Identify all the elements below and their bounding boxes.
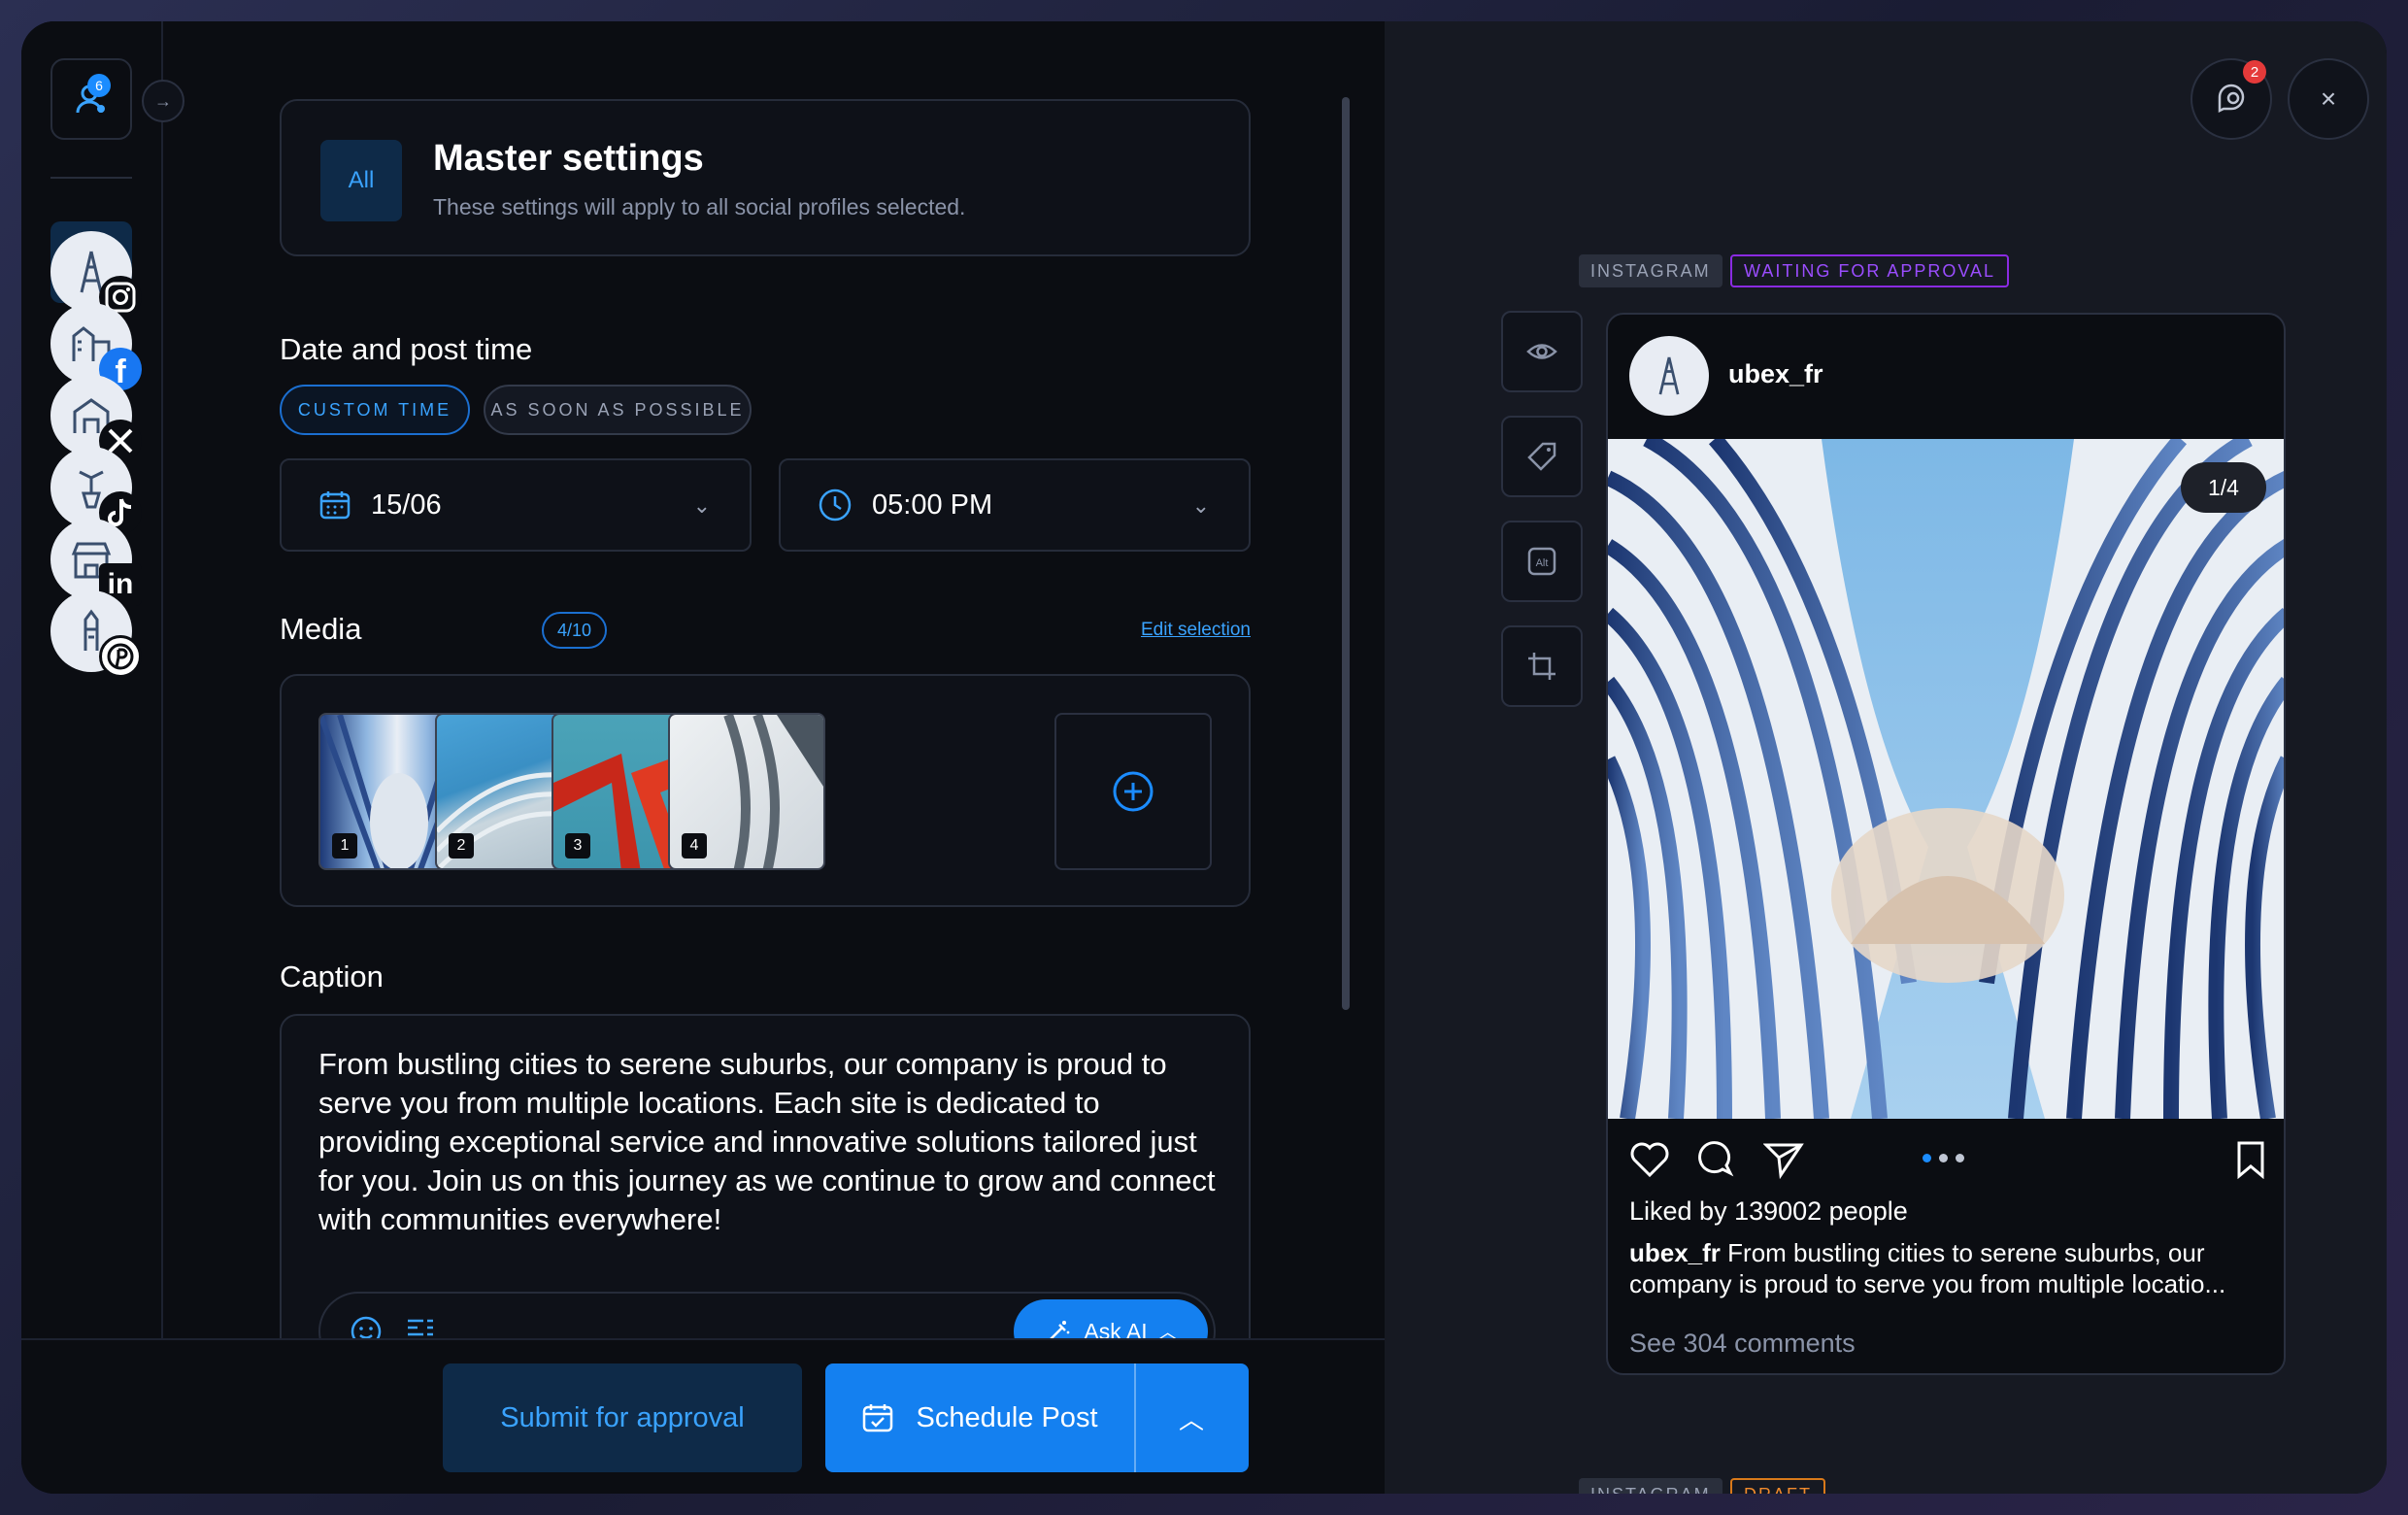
post-editor: All Master settings These settings will …: [163, 21, 1385, 1338]
workspace-button[interactable]: 6: [50, 58, 132, 140]
status-chip: DRAFT: [1730, 1478, 1825, 1494]
comments-button[interactable]: 2: [2191, 58, 2272, 140]
media-thumb-number: 2: [449, 833, 474, 858]
custom-time-option[interactable]: CUSTOM TIME: [280, 385, 470, 435]
chevron-up-icon: ︿: [1158, 1323, 1177, 1338]
time-value: 05:00 PM: [872, 488, 993, 521]
add-media-button[interactable]: [1054, 713, 1212, 870]
post-caption: ubex_fr From bustling cities to serene s…: [1629, 1237, 2266, 1299]
master-tag: All: [320, 140, 402, 221]
schedule-post-button[interactable]: Schedule Post: [825, 1364, 1136, 1472]
close-icon: ×: [2320, 84, 2337, 114]
master-subtitle: These settings will apply to all social …: [433, 194, 966, 219]
heart-icon[interactable]: [1629, 1140, 1670, 1179]
text-format-icon[interactable]: [404, 1315, 437, 1338]
rail-divider: [50, 177, 132, 179]
svg-text:Alt: Alt: [1536, 557, 1549, 569]
submit-for-approval-button[interactable]: Submit for approval: [443, 1364, 802, 1472]
editor-scrollbar[interactable]: [1342, 97, 1350, 1010]
avatar: [1629, 336, 1709, 416]
media-thumb-number: 4: [682, 833, 707, 858]
preview-panel: 2 × INSTAGRAM WAITING FOR APPROVAL Alt u…: [1385, 21, 2387, 1494]
chevron-up-icon: ︿: [1178, 1404, 1204, 1434]
caption-line-2: company is proud to serve you from multi…: [1629, 1269, 2226, 1298]
calendar-icon: [319, 491, 351, 520]
media-count-badge: 4/10: [542, 612, 608, 649]
preview-button[interactable]: [1501, 311, 1583, 392]
send-icon[interactable]: [1763, 1140, 1804, 1179]
crop-icon: [1528, 653, 1555, 680]
caption-section-title: Caption: [280, 960, 384, 993]
caption-editor[interactable]: From bustling cities to serene suburbs, …: [280, 1014, 1251, 1338]
tag-icon: [1527, 442, 1556, 471]
date-value: 15/06: [371, 488, 442, 521]
alt-text-button[interactable]: Alt: [1501, 521, 1583, 602]
date-section-title: Date and post time: [280, 332, 533, 366]
carousel-dots: [1923, 1154, 1964, 1162]
tag-button[interactable]: [1501, 416, 1583, 497]
comments-badge: 2: [2243, 60, 2266, 84]
profile-facebook[interactable]: f: [50, 303, 142, 390]
caption-text[interactable]: From bustling cities to serene suburbs, …: [318, 1045, 1221, 1239]
post-actions: [1629, 1136, 2266, 1185]
schedule-options-button[interactable]: ︿: [1136, 1400, 1247, 1436]
media-thumb-number: 3: [565, 833, 590, 858]
post-image[interactable]: 1/4: [1608, 439, 2284, 1119]
pinterest-icon: [99, 635, 142, 678]
time-select[interactable]: 05:00 PM ⌄: [779, 458, 1251, 552]
alt-text-icon: Alt: [1527, 547, 1556, 576]
image-counter: 1/4: [2181, 462, 2266, 513]
chevron-down-icon: ⌄: [1191, 493, 1210, 518]
calendar-check-icon: [863, 1404, 893, 1432]
caption-username: ubex_fr: [1629, 1238, 1721, 1267]
master-title: Master settings: [433, 138, 704, 179]
profile-instagram[interactable]: [50, 231, 142, 319]
caption-line-1: From bustling cities to serene suburbs, …: [1727, 1238, 2205, 1267]
profile-x[interactable]: [50, 375, 142, 462]
status-chip: WAITING FOR APPROVAL: [1730, 254, 2010, 287]
network-chip: INSTAGRAM: [1579, 254, 1722, 287]
schedule-post-label: Schedule Post: [916, 1401, 1098, 1433]
clock-icon: [819, 488, 852, 522]
emoji-icon[interactable]: [350, 1315, 383, 1338]
eiffel-tower-icon: [1658, 356, 1680, 395]
profile-tiktok[interactable]: [50, 447, 142, 534]
likes-count: Liked by 139002 people: [1629, 1196, 1908, 1226]
post-header: ubex_fr: [1608, 315, 2284, 439]
arrow-right-icon: →: [154, 90, 172, 111]
comment-icon[interactable]: [1697, 1140, 1736, 1179]
profile-linkedin[interactable]: in: [50, 519, 142, 606]
media-section-title: Media: [280, 612, 362, 646]
date-select[interactable]: 15/06 ⌄: [280, 458, 752, 552]
workspace-badge: 6: [87, 74, 111, 97]
schedule-post-button-group: Schedule Post ︿: [825, 1364, 1249, 1472]
profile-rail: 6 All f: [21, 21, 163, 1338]
instagram-post-preview: ubex_fr 1/4 Liked by 139002 people ubex_…: [1606, 313, 2286, 1375]
caption-toolbar: Ask AI ︿: [318, 1292, 1216, 1338]
ask-ai-label: Ask AI: [1084, 1318, 1148, 1339]
crop-button[interactable]: [1501, 625, 1583, 707]
master-settings-card: All Master settings These settings will …: [280, 99, 1251, 256]
plus-circle-icon: [1113, 771, 1154, 812]
edit-selection-link[interactable]: Edit selection: [1141, 620, 1251, 641]
ask-ai-button[interactable]: Ask AI ︿: [1014, 1299, 1208, 1338]
expand-rail-button[interactable]: →: [142, 80, 184, 122]
magic-wand-icon: [1050, 1321, 1070, 1338]
asap-option[interactable]: AS SOON AS POSSIBLE: [484, 385, 752, 435]
chevron-down-icon: ⌄: [692, 493, 711, 518]
eye-icon: [1526, 344, 1557, 359]
close-button[interactable]: ×: [2288, 58, 2369, 140]
post-username: ubex_fr: [1728, 359, 1823, 388]
chat-icon: [2218, 84, 2245, 114]
media-grid: 1 2 3 4: [280, 674, 1251, 907]
app-window: 6 All f: [21, 21, 2387, 1494]
editor-footer: Submit for approval Schedule Post ︿: [21, 1338, 1385, 1494]
profile-pinterest[interactable]: [50, 590, 142, 678]
view-comments-link[interactable]: See 304 comments: [1629, 1329, 1856, 1359]
media-thumb-number: 1: [332, 833, 357, 858]
bookmark-icon[interactable]: [2235, 1140, 2266, 1179]
network-chip: INSTAGRAM: [1579, 1478, 1722, 1494]
media-thumb[interactable]: 4: [668, 713, 825, 870]
